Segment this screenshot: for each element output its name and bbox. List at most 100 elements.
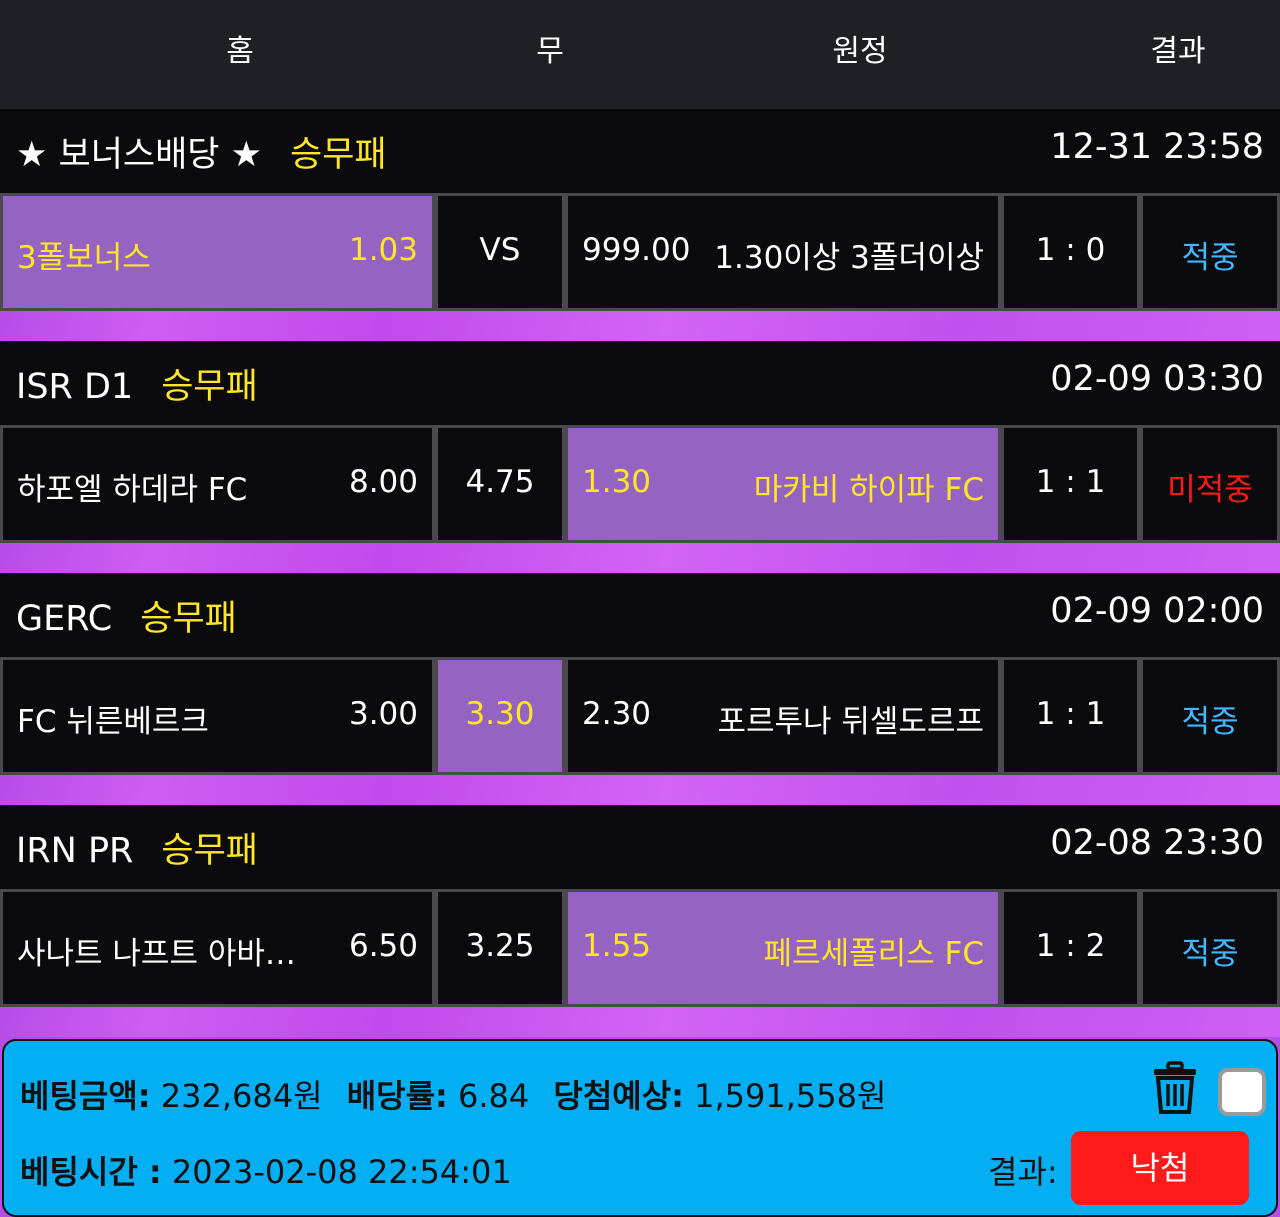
result-label: 결과: xyxy=(988,1153,1058,1191)
bet-summary-panel: 베팅금액: 232,684원 배당률: 6.84 당첨예상: 1,591,558… xyxy=(2,1039,1278,1217)
home-team: 사나트 나프트 아바… xyxy=(17,936,296,972)
total-odds: 6.84 xyxy=(457,1077,530,1115)
draw-odds: VS xyxy=(479,232,521,268)
match-block: ISR D1 승무패 02-09 03:30 하포엘 하데라 FC 8.00 4.… xyxy=(0,341,1280,573)
away-cell: 999.00 1.30이상 3폴더이상 xyxy=(568,196,998,308)
bet-time: 2023-02-08 22:54:01 xyxy=(171,1153,512,1191)
match-row: FC 뉘른베르크 3.00 3.30 2.30 포르투나 뒤셀도르프 1 : 1… xyxy=(0,657,1280,775)
home-team: 하포엘 하데라 FC xyxy=(17,472,248,508)
league-name: ★ 보너스배당 ★ xyxy=(16,135,263,175)
col-home: 홈 xyxy=(226,34,254,69)
away-odds: 999.00 xyxy=(582,232,691,268)
expected-payout: 1,591,558원 xyxy=(694,1077,887,1115)
home-odds: 8.00 xyxy=(348,464,418,500)
score: 1 : 1 xyxy=(1035,464,1106,500)
result-status: 적중 xyxy=(1181,704,1239,740)
bet-type: 승무패 xyxy=(161,831,258,871)
result-button[interactable]: 낙첨 xyxy=(1071,1131,1249,1205)
match-header: ★ 보너스배당 ★ 승무패 12-31 23:58 xyxy=(0,109,1280,193)
divider-stripe xyxy=(0,1007,1280,1037)
away-team: 1.30이상 3폴더이상 xyxy=(714,240,984,276)
home-odds: 3.00 xyxy=(348,696,418,732)
away-team: 포르투나 뒤셀도르프 xyxy=(717,704,984,740)
away-team: 페르세폴리스 FC xyxy=(763,936,984,972)
league-name: GERC xyxy=(16,599,113,639)
draw-odds: 4.75 xyxy=(465,464,535,500)
score: 1 : 0 xyxy=(1035,232,1106,268)
league-label: GERC 승무패 xyxy=(16,590,237,641)
bet-time-line: 베팅시간 : 2023-02-08 22:54:01 xyxy=(20,1147,512,1193)
home-cell: FC 뉘른베르크 3.00 xyxy=(3,660,432,772)
league-label: ★ 보너스배당 ★ 승무패 xyxy=(16,126,387,177)
score-cell: 1 : 0 xyxy=(1004,196,1137,308)
odds-label: 배당률: xyxy=(346,1077,448,1115)
expected-label: 당첨예상: xyxy=(553,1077,684,1115)
bet-amount: 232,684원 xyxy=(160,1077,323,1115)
match-block: IRN PR 승무패 02-08 23:30 사나트 나프트 아바… 6.50 3… xyxy=(0,805,1280,1037)
col-draw: 무 xyxy=(536,34,564,69)
score-cell: 1 : 1 xyxy=(1004,660,1137,772)
away-team: 마카비 하이파 FC xyxy=(753,472,984,508)
away-cell: 1.55 페르세폴리스 FC xyxy=(568,892,998,1004)
match-header: GERC 승무패 02-09 02:00 xyxy=(0,573,1280,657)
match-time: 02-09 03:30 xyxy=(1050,359,1264,399)
column-header: 홈 무 원정 결과 xyxy=(0,0,1280,109)
bet-summary-line: 베팅금액: 232,684원 배당률: 6.84 당첨예상: 1,591,558… xyxy=(20,1071,886,1117)
score-cell: 1 : 1 xyxy=(1004,428,1137,540)
bet-type: 승무패 xyxy=(161,367,258,407)
result-cell: 적중 xyxy=(1143,196,1277,308)
home-team: FC 뉘른베르크 xyxy=(17,704,209,740)
score-cell: 1 : 2 xyxy=(1004,892,1137,1004)
home-cell: 3폴보너스 1.03 xyxy=(3,196,432,308)
match-block: ★ 보너스배당 ★ 승무패 12-31 23:58 3폴보너스 1.03 VS 9… xyxy=(0,109,1280,341)
league-name: IRN PR xyxy=(16,831,134,871)
result-cell: 적중 xyxy=(1143,892,1277,1004)
trash-icon[interactable] xyxy=(1152,1061,1198,1115)
bet-amount-label: 베팅금액: xyxy=(20,1077,151,1115)
home-odds: 6.50 xyxy=(348,928,418,964)
bet-time-label: 베팅시간 : xyxy=(20,1153,162,1191)
draw-odds: 3.25 xyxy=(465,928,535,964)
col-away: 원정 xyxy=(832,34,888,69)
away-odds: 1.55 xyxy=(582,928,652,964)
league-label: ISR D1 승무패 xyxy=(16,358,258,409)
divider-stripe xyxy=(0,311,1280,341)
draw-cell: 3.25 xyxy=(438,892,562,1004)
draw-cell: VS xyxy=(438,196,562,308)
league-label: IRN PR 승무패 xyxy=(16,822,258,873)
home-cell: 사나트 나프트 아바… 6.50 xyxy=(3,892,432,1004)
home-team: 3폴보너스 xyxy=(17,240,151,276)
match-header: IRN PR 승무패 02-08 23:30 xyxy=(0,805,1280,889)
match-block: GERC 승무패 02-09 02:00 FC 뉘른베르크 3.00 3.30 2… xyxy=(0,573,1280,805)
match-row: 하포엘 하데라 FC 8.00 4.75 1.30 마카비 하이파 FC 1 :… xyxy=(0,425,1280,543)
match-header: ISR D1 승무패 02-09 03:30 xyxy=(0,341,1280,425)
away-odds: 1.30 xyxy=(582,464,652,500)
result-cell: 미적중 xyxy=(1143,428,1277,540)
league-name: ISR D1 xyxy=(16,367,134,407)
match-time: 12-31 23:58 xyxy=(1050,127,1264,167)
draw-cell: 3.30 xyxy=(438,660,562,772)
select-checkbox[interactable] xyxy=(1218,1068,1266,1116)
away-cell: 2.30 포르투나 뒤셀도르프 xyxy=(568,660,998,772)
draw-cell: 4.75 xyxy=(438,428,562,540)
divider-stripe xyxy=(0,543,1280,573)
bet-history-page: 홈 무 원정 결과 ★ 보너스배당 ★ 승무패 12-31 23:58 3폴보너스… xyxy=(0,0,1280,1217)
home-odds: 1.03 xyxy=(348,232,418,268)
score: 1 : 1 xyxy=(1035,696,1106,732)
match-row: 3폴보너스 1.03 VS 999.00 1.30이상 3폴더이상 1 : 0 … xyxy=(0,193,1280,311)
away-odds: 2.30 xyxy=(582,696,652,732)
score: 1 : 2 xyxy=(1035,928,1106,964)
home-cell: 하포엘 하데라 FC 8.00 xyxy=(3,428,432,540)
result-status: 적중 xyxy=(1181,936,1239,972)
match-time: 02-08 23:30 xyxy=(1050,823,1264,863)
draw-odds: 3.30 xyxy=(465,696,535,732)
result-status: 적중 xyxy=(1181,240,1239,276)
away-cell: 1.30 마카비 하이파 FC xyxy=(568,428,998,540)
match-row: 사나트 나프트 아바… 6.50 3.25 1.55 페르세폴리스 FC 1 :… xyxy=(0,889,1280,1007)
col-result: 결과 xyxy=(1150,34,1206,69)
result-status: 미적중 xyxy=(1167,472,1253,508)
match-time: 02-09 02:00 xyxy=(1050,591,1264,631)
result-cell: 적중 xyxy=(1143,660,1277,772)
bet-type: 승무패 xyxy=(140,599,237,639)
divider-stripe xyxy=(0,775,1280,805)
